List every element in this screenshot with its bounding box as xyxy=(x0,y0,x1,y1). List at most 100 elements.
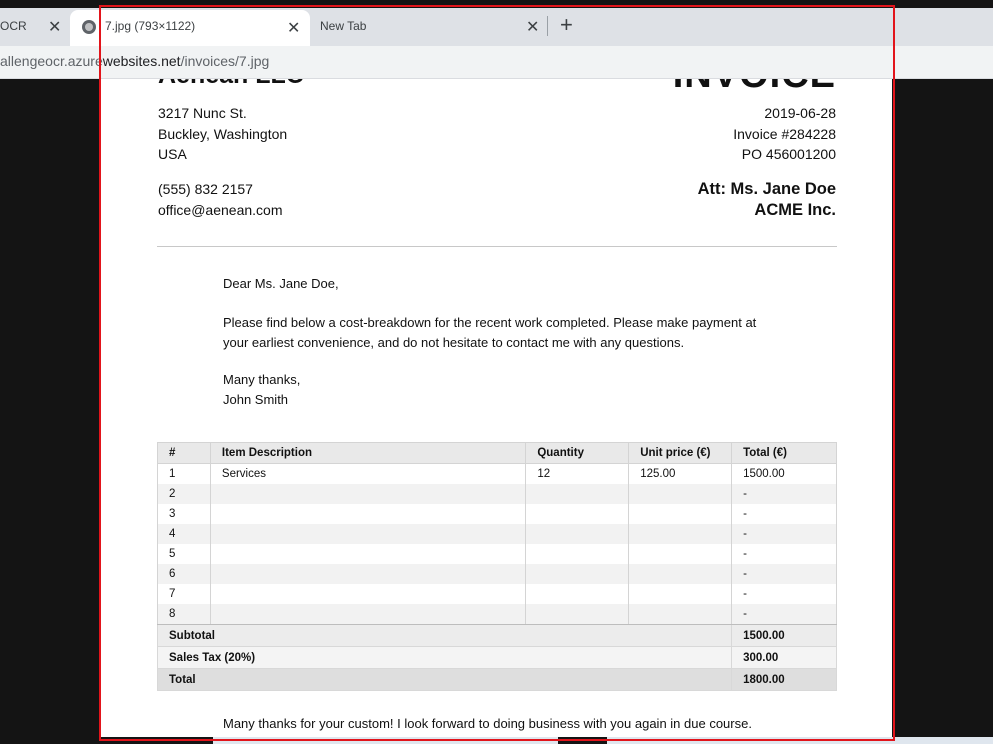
column-header: # xyxy=(157,442,211,464)
subtotal-value: 1500.00 xyxy=(731,624,837,647)
address-line: 3217 Nunc St. xyxy=(158,105,247,121)
table-cell: - xyxy=(731,524,837,544)
table-cell: 125.00 xyxy=(628,463,733,484)
tax-label: Sales Tax (20%) xyxy=(156,646,733,669)
divider xyxy=(157,246,837,247)
close-icon[interactable]: ✕ xyxy=(48,17,61,37)
tab-divider xyxy=(547,16,548,36)
table-cell xyxy=(628,504,733,524)
total-row: Total 1800.00 xyxy=(156,668,837,691)
total-label: Total xyxy=(156,668,733,691)
table-cell xyxy=(525,584,630,604)
table-cell: 5 xyxy=(157,544,211,564)
strip-segment xyxy=(213,737,558,744)
table-cell xyxy=(628,524,733,544)
table-cell xyxy=(628,604,733,625)
bottom-strip xyxy=(0,737,993,744)
table-cell xyxy=(525,564,630,584)
url-prefix: allengeocr.azure xyxy=(0,53,103,69)
table-cell xyxy=(525,604,630,625)
close-icon[interactable]: ✕ xyxy=(526,17,539,37)
table-cell xyxy=(209,544,527,564)
total-value: 1800.00 xyxy=(731,668,837,691)
letter-body: Please find below a cost-breakdown for t… xyxy=(223,313,756,353)
table-cell: - xyxy=(731,504,837,524)
address-line: Buckley, Washington xyxy=(158,125,288,142)
address-bar[interactable]: allengeocr.azurewebsites.net/invoices/7.… xyxy=(0,46,993,79)
invoice-image: Aenean LLC INVOICE 3217 Nunc St. Buckley… xyxy=(100,79,892,744)
table-cell: 1500.00 xyxy=(731,463,837,484)
attention-line: Att: Ms. Jane Doe xyxy=(697,180,836,198)
invoice-number: Invoice #284228 xyxy=(733,125,836,142)
table-cell: 6 xyxy=(157,564,211,584)
email-address: office@aenean.com xyxy=(158,201,283,218)
tab-title: New Tab xyxy=(320,19,367,33)
table-cell: - xyxy=(731,604,837,625)
tab-ocr[interactable]: OCR ✕ xyxy=(0,10,70,42)
table-cell xyxy=(525,504,630,524)
line-items-table: # Item Description Quantity Unit price (… xyxy=(156,442,837,691)
client-name: ACME Inc. xyxy=(754,201,836,219)
table-row: 2 - xyxy=(157,484,837,504)
table-cell xyxy=(628,544,733,564)
table-row: 4 - xyxy=(157,524,837,544)
company-name: Aenean LLC xyxy=(158,79,304,89)
table-cell: - xyxy=(731,564,837,584)
table-cell xyxy=(209,504,527,524)
table-cell: 8 xyxy=(157,604,211,625)
body-line: Please find below a cost-breakdown for t… xyxy=(223,315,757,330)
tax-row: Sales Tax (20%) 300.00 xyxy=(156,646,837,669)
table-header-row: # Item Description Quantity Unit price (… xyxy=(157,442,837,464)
subtotal-label: Subtotal xyxy=(156,624,733,647)
signoff: Many thanks, xyxy=(223,372,301,387)
table-cell xyxy=(209,604,527,625)
invoice-meta: 2019-06-28 Invoice #284228 PO 456001200 xyxy=(733,103,836,165)
table-cell xyxy=(525,484,630,504)
tax-value: 300.00 xyxy=(731,646,837,669)
table-cell xyxy=(209,584,527,604)
phone-number: (555) 832 2157 xyxy=(158,181,253,197)
table-cell xyxy=(525,524,630,544)
new-tab-button[interactable]: + xyxy=(560,12,573,38)
url-text[interactable]: allengeocr.azurewebsites.net/invoices/7.… xyxy=(0,53,269,69)
table-row: 3 - xyxy=(157,504,837,524)
table-cell xyxy=(525,544,630,564)
invoice-date: 2019-06-28 xyxy=(764,105,836,121)
column-header: Item Description xyxy=(209,442,527,464)
table-cell xyxy=(628,484,733,504)
table-cell xyxy=(209,524,527,544)
table-cell: 7 xyxy=(157,584,211,604)
table-cell: 1 xyxy=(157,463,211,484)
table-cell: - xyxy=(731,484,837,504)
table-cell: - xyxy=(731,584,837,604)
address-line: USA xyxy=(158,146,187,162)
recipient: Att: Ms. Jane Doe ACME Inc. xyxy=(698,179,836,221)
table-cell: 12 xyxy=(525,463,630,484)
tab-image[interactable]: 7.jpg (793×1122) ✕ xyxy=(70,10,310,46)
tab-title: OCR xyxy=(0,19,27,33)
table-cell: 3 xyxy=(157,504,211,524)
column-header: Quantity xyxy=(525,442,630,464)
tab-strip: OCR ✕ 7.jpg (793×1122) ✕ New Tab ✕ + xyxy=(0,8,993,46)
invoice-heading: INVOICE xyxy=(673,79,836,94)
greeting: Dear Ms. Jane Doe, xyxy=(223,276,339,291)
column-header: Unit price (€) xyxy=(628,442,733,464)
sender-contact: (555) 832 2157 office@aenean.com xyxy=(158,179,282,220)
table-cell xyxy=(209,564,527,584)
close-icon[interactable]: ✕ xyxy=(287,18,300,38)
tab-title: 7.jpg (793×1122) xyxy=(105,19,196,33)
url-host: websites.net xyxy=(102,53,181,69)
table-row: 8 - xyxy=(157,604,837,625)
table-cell: 4 xyxy=(157,524,211,544)
signature-block: Many thanks, John Smith xyxy=(223,370,300,410)
table-cell: - xyxy=(731,544,837,564)
table-cell xyxy=(628,584,733,604)
table-cell: 2 xyxy=(157,484,211,504)
tab-new-tab[interactable]: New Tab ✕ xyxy=(310,10,548,42)
table-row: 5 - xyxy=(157,544,837,564)
strip-segment xyxy=(607,737,993,744)
table-row: 1 Services 12 125.00 1500.00 xyxy=(157,463,837,484)
po-number: PO 456001200 xyxy=(741,146,836,162)
subtotal-row: Subtotal 1500.00 xyxy=(156,624,837,647)
globe-icon xyxy=(82,20,96,34)
